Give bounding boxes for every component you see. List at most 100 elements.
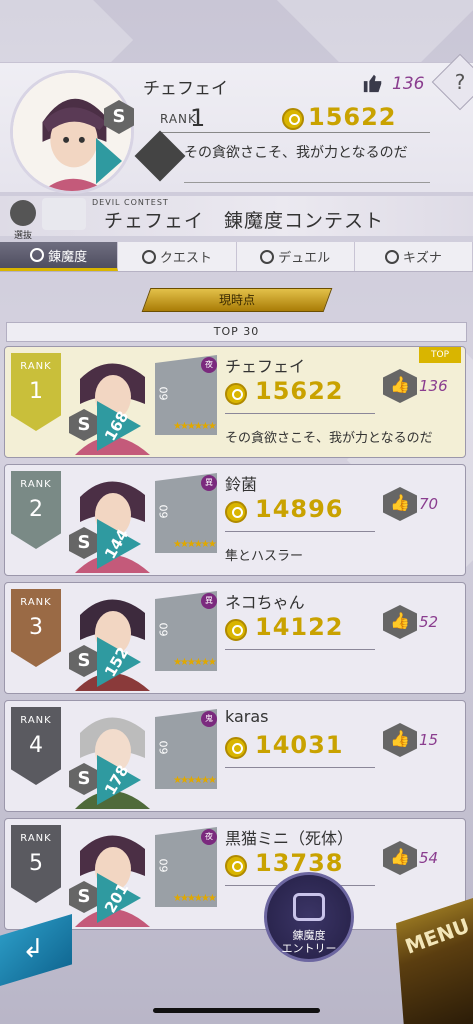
player-name: チェフェイ (225, 357, 306, 376)
pet-rank-badge: 鬼 (201, 711, 217, 727)
kizuna-icon (384, 249, 399, 264)
entry-label-line2: エントリー (281, 942, 337, 955)
divider (184, 182, 430, 183)
current-point-button[interactable]: 現時点 (141, 288, 333, 312)
player-name: 鈴菌 (225, 475, 258, 494)
pet-rank-badge: 夜 (201, 357, 217, 373)
like-count: 15 (419, 731, 439, 749)
ranking-row[interactable]: RANK 4 S 178 60 鬼 ★★★★★★ karas 14031 15 (4, 700, 466, 812)
like-count: 54 (419, 849, 439, 867)
entry-label: 錬魔度 エントリー (267, 929, 351, 955)
rank-badge: RANK 4 (11, 707, 61, 785)
star-rating-icon: ★★★★★★ (173, 539, 217, 550)
category-tabs: 錬魔度 クエスト デュエル キズナ (0, 242, 473, 272)
header-like-count: 136 (392, 74, 425, 94)
help-label: ? (454, 70, 466, 94)
rank-badge-label: RANK (20, 479, 52, 490)
divider (225, 413, 375, 414)
player-quote: その貪欲さこそ、我が力となるのだ (184, 145, 408, 161)
pet-level: 60 (157, 740, 171, 755)
rank-badge-label: RANK (20, 597, 52, 608)
rank-badge: RANK 2 (11, 471, 61, 549)
divider (225, 531, 375, 532)
like-button[interactable] (383, 841, 417, 875)
player-avatar[interactable] (10, 70, 134, 194)
tab-label: 錬魔度 (48, 249, 88, 265)
selection-label: 選抜 (14, 231, 33, 241)
top-header: TOP 30 (6, 322, 467, 342)
entry-icon (293, 893, 325, 921)
home-indicator[interactable] (153, 1008, 320, 1013)
tab-label: クエスト (159, 251, 212, 266)
point-coin-icon (225, 501, 247, 523)
menu-label: MENU (401, 913, 473, 959)
tab-duel[interactable]: デュエル (237, 242, 355, 271)
player-score: 15622 (308, 103, 397, 131)
rank-number: 5 (29, 851, 43, 876)
point-coin-icon (225, 383, 247, 405)
entry-label-line1: 錬魔度 (292, 929, 326, 942)
ranking-row[interactable]: RANK 5 S 201 60 夜 ★★★★★★ 黒猫ミニ（死体） 13738 … (4, 818, 466, 930)
player-message: その貪欲さこそ、我が力となるのだ (225, 431, 433, 446)
player-message: 隼とハスラー (225, 549, 304, 564)
pet-level: 60 (157, 504, 171, 519)
entry-button[interactable]: 錬魔度 エントリー (264, 872, 354, 962)
pet-level: 60 (157, 622, 171, 637)
tab-renmado[interactable]: 錬魔度 (0, 242, 119, 271)
pet-rank-badge: 異 (201, 593, 217, 609)
pet-level: 60 (157, 386, 171, 401)
player-name: karas (225, 707, 269, 726)
back-arrow-icon: ↲ (22, 934, 44, 964)
rank-number: 3 (29, 615, 43, 640)
like-button[interactable] (383, 723, 417, 757)
divider (160, 132, 430, 133)
renmado-icon (30, 248, 45, 262)
star-rating-icon: ★★★★★★ (173, 421, 217, 432)
player-score: 14122 (255, 613, 344, 641)
player-name: チェフェイ (143, 79, 228, 99)
ranking-row[interactable]: RANK 3 S 152 60 異 ★★★★★★ ネコちゃん 14122 52 (4, 582, 466, 694)
top-tag: TOP (419, 347, 461, 363)
thumbs-up-icon (363, 74, 382, 93)
like-button[interactable] (383, 369, 417, 403)
tab-quest[interactable]: クエスト (118, 242, 237, 271)
pet-thumbnail-icon (42, 198, 86, 230)
point-coin-icon (225, 737, 247, 759)
rank-number: 4 (29, 733, 43, 758)
swords-icon (260, 249, 275, 264)
ranking-row[interactable]: RANK 1 S 168 60 夜 ★★★★★★ チェフェイ 15622 その貪… (4, 346, 466, 458)
star-rating-icon: ★★★★★★ (173, 775, 217, 786)
point-coin-icon (282, 108, 304, 130)
pet-level: 60 (157, 858, 171, 873)
player-score: 14031 (255, 731, 344, 759)
point-coin-icon (225, 855, 247, 877)
globe-icon (141, 249, 156, 264)
rank-number: 2 (29, 497, 43, 522)
divider (225, 767, 375, 768)
player-rank: 1 (190, 104, 206, 132)
current-point-label: 現時点 (218, 293, 255, 307)
ranking-row[interactable]: RANK 2 S 144 60 異 ★★★★★★ 鈴菌 14896 隼とハスラー… (4, 464, 466, 576)
player-name: ネコちゃん (225, 593, 305, 612)
like-count: 136 (419, 377, 448, 395)
rank-badge-label: RANK (20, 833, 52, 844)
star-rating-icon: ★★★★★★ (173, 893, 217, 904)
tab-kizuna[interactable]: キズナ (355, 242, 473, 271)
like-button[interactable] (383, 605, 417, 639)
rank-badge: RANK 1 (11, 353, 61, 431)
like-button[interactable] (383, 487, 417, 521)
player-score: 14896 (255, 495, 344, 523)
pet-rank-badge: 異 (201, 475, 217, 491)
rank-badge-label: RANK (20, 715, 52, 726)
tab-label: キズナ (402, 251, 442, 266)
selection-icon[interactable] (10, 200, 36, 226)
rank-badge-label: RANK (20, 361, 52, 372)
player-score: 15622 (255, 377, 344, 405)
point-coin-icon (225, 619, 247, 641)
divider (225, 649, 375, 650)
like-count: 70 (419, 495, 439, 513)
like-count: 52 (419, 613, 439, 631)
rank-number: 1 (29, 379, 43, 404)
avatar-portrait-icon (13, 73, 131, 191)
player-name: 黒猫ミニ（死体） (225, 829, 354, 848)
